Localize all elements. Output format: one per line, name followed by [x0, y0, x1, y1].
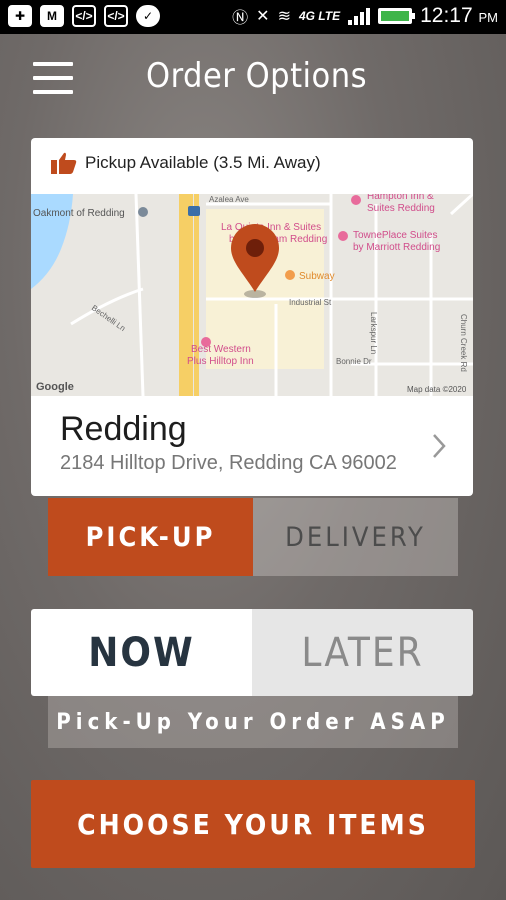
- plus-icon: ✚: [8, 5, 32, 27]
- map-svg: Oakmont of Redding Azalea Ave La Quinta …: [31, 194, 473, 396]
- store-address: 2184 Hilltop Drive, Redding CA 96002: [60, 452, 397, 474]
- lte-icon: 4G LTE: [298, 9, 341, 23]
- map-label-larkspur: Larkspur Ln: [369, 312, 378, 354]
- signal-icon: [348, 7, 371, 25]
- status-bar: ✚ M </> </> ✓ Ⓝ ✕ ≋ 4G LTE 12:17 PM: [0, 0, 506, 34]
- map-label-towneplace-2: by Marriott Redding: [353, 242, 440, 253]
- choose-items-button[interactable]: CHOOSE YOUR ITEMS: [31, 780, 475, 868]
- code-icon: </>: [72, 5, 96, 27]
- notification-icons: ✚ M </> </> ✓: [8, 5, 160, 27]
- map-label-industrial: Industrial St: [289, 298, 332, 307]
- page-title: Order Options: [146, 56, 368, 96]
- later-option[interactable]: LATER: [252, 609, 473, 696]
- map-label-browning: Bonnie Dr: [336, 357, 372, 366]
- now-option[interactable]: NOW: [31, 609, 252, 696]
- hotel-marker-icon: [351, 195, 361, 205]
- store-map[interactable]: Oakmont of Redding Azalea Ave La Quinta …: [31, 194, 473, 396]
- thumbs-up-icon: [51, 152, 77, 174]
- map-label-churn: Churn Creek Rd: [459, 314, 468, 372]
- pickup-availability: Pickup Available (3.5 Mi. Away): [51, 152, 321, 174]
- map-label-oakmont: Oakmont of Redding: [33, 208, 125, 219]
- map-label-subway: Subway: [299, 271, 335, 282]
- restaurant-marker-icon: [285, 270, 295, 280]
- clock: 12:17 PM: [420, 4, 498, 27]
- battery-icon: [378, 8, 416, 24]
- map-label-best-western-2: Plus Hilltop Inn: [187, 356, 254, 367]
- store-info[interactable]: Redding 2184 Hilltop Drive, Redding CA 9…: [31, 396, 473, 496]
- pickup-option[interactable]: PICK-UP: [48, 498, 253, 576]
- wifi-icon: ≋: [277, 8, 291, 25]
- timing-toggle: NOW LATER: [31, 609, 473, 696]
- map-label-hampton: Hampton Inn &: [367, 194, 434, 202]
- store-card[interactable]: Pickup Available (3.5 Mi. Away) Oakmont …: [31, 138, 473, 496]
- system-icons: Ⓝ ✕ ≋ 4G LTE 12:17 PM: [232, 4, 498, 28]
- google-logo: Google: [36, 381, 74, 393]
- highway-shield-icon: [188, 206, 200, 216]
- delivery-option[interactable]: DELIVERY: [253, 498, 458, 576]
- order-type-toggle: PICK-UP DELIVERY: [48, 498, 458, 576]
- asap-message: Pick-Up Your Order ASAP: [48, 696, 458, 748]
- map-label-azalea: Azalea Ave: [209, 195, 249, 204]
- mute-icon: ✕: [256, 8, 270, 25]
- map-label-towneplace: TownePlace Suites: [353, 230, 438, 241]
- map-label-hampton-2: Suites Redding: [367, 203, 435, 214]
- store-name: Redding: [60, 410, 187, 448]
- chat-icon: ✓: [136, 5, 160, 27]
- hamburger-menu-icon[interactable]: [33, 62, 73, 94]
- app-header: Order Options: [0, 34, 506, 122]
- map-copyright: Map data ©2020: [407, 385, 467, 394]
- gmail-icon: M: [40, 5, 64, 27]
- hotel-marker-icon: [338, 231, 348, 241]
- chevron-right-icon[interactable]: [431, 432, 447, 460]
- availability-text: Pickup Available (3.5 Mi. Away): [85, 153, 321, 172]
- map-label-best-western: Best Western: [191, 344, 251, 355]
- poi-marker-icon: [138, 207, 148, 217]
- nfc-icon: Ⓝ: [232, 10, 249, 27]
- code-icon: </>: [104, 5, 128, 27]
